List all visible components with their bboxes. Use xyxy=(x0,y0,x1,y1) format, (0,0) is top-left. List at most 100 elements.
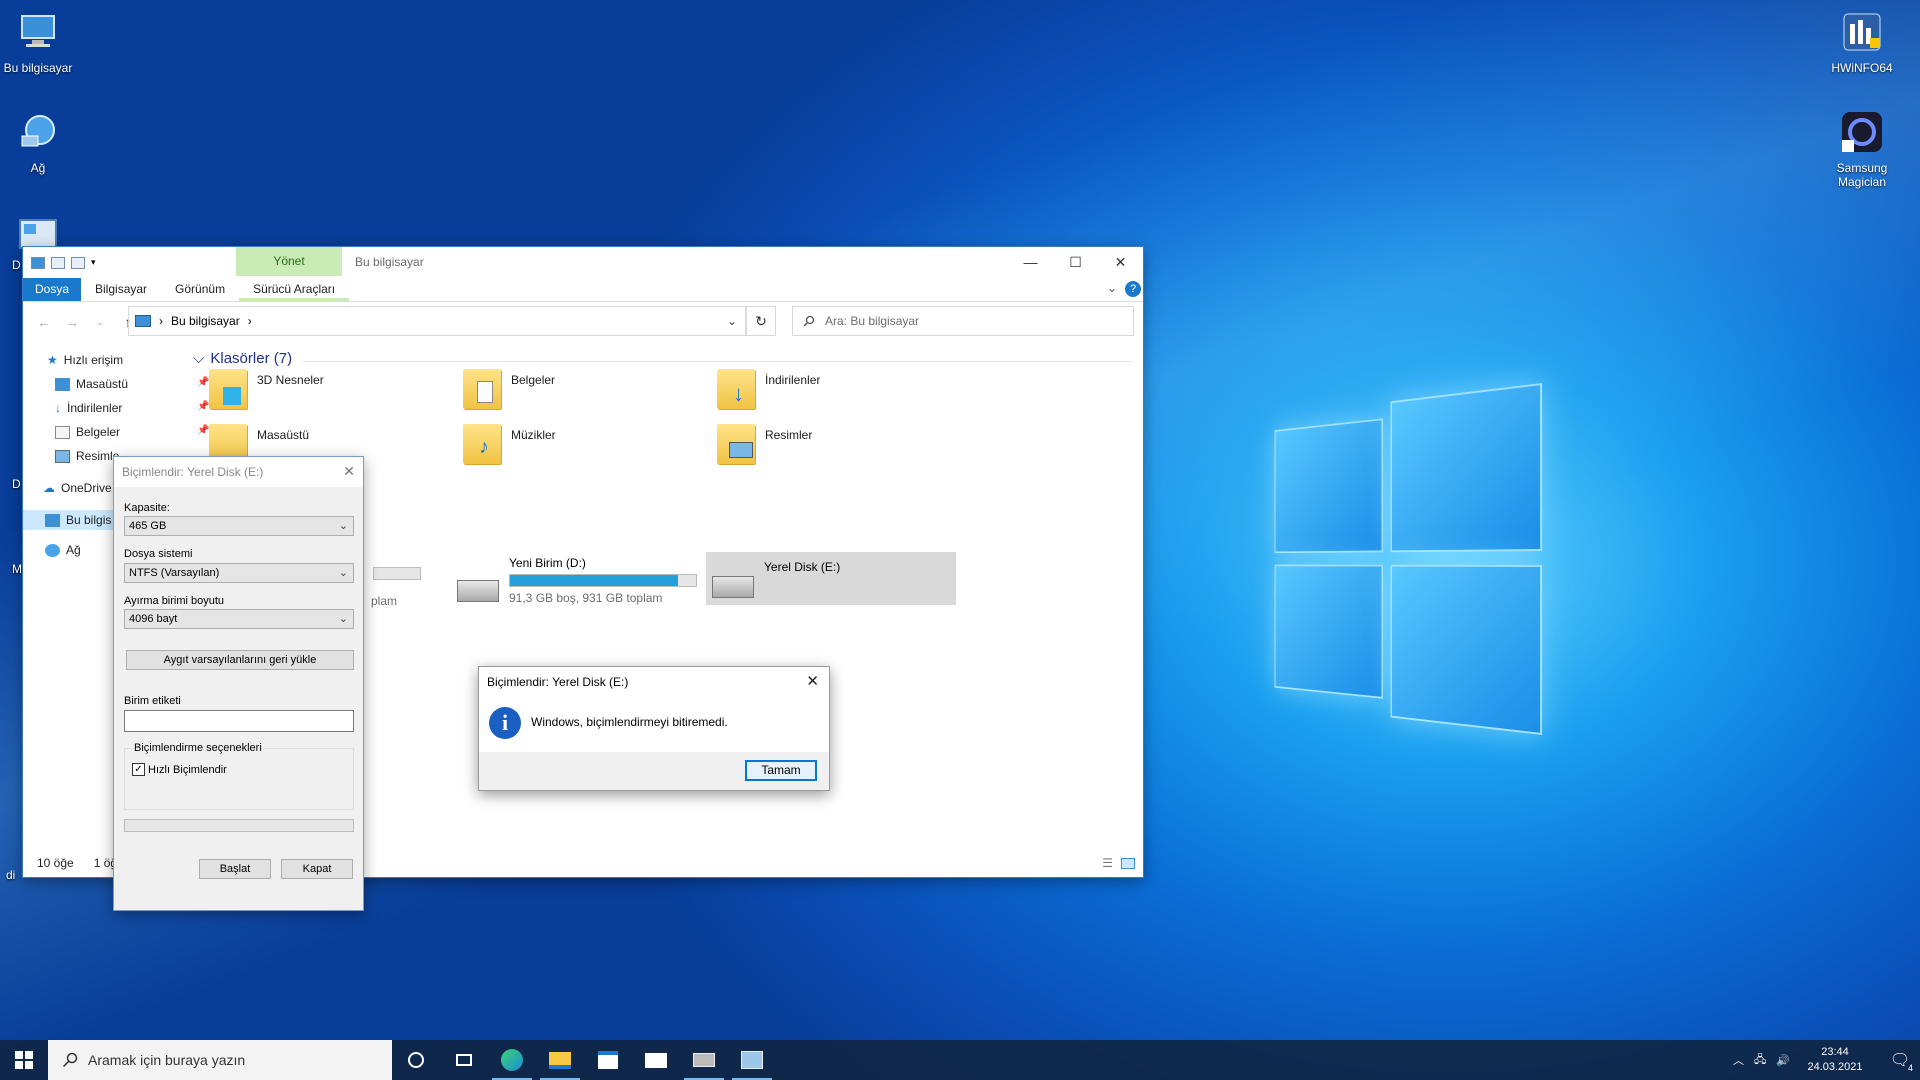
details-view-icon[interactable]: ☰ xyxy=(1102,856,1113,870)
network-tray-icon[interactable]: 🖧 xyxy=(1754,1051,1766,1070)
cortana-button[interactable] xyxy=(392,1040,440,1080)
taskbar-search-placeholder: Aramak için buraya yazın xyxy=(88,1052,246,1068)
minimize-button[interactable]: — xyxy=(1008,247,1053,277)
network-globe-icon xyxy=(21,115,55,147)
folder-downloads-icon: ↓ xyxy=(717,369,755,409)
refresh-button[interactable]: ↻ xyxy=(746,306,776,336)
taskbar-search-box[interactable]: Aramak için buraya yazın xyxy=(48,1040,392,1080)
show-hidden-icons-icon[interactable]: ︿ xyxy=(1733,1052,1744,1068)
folder-downloads[interactable]: ↓ İndirilenler xyxy=(717,369,820,409)
desktop-icon-samsung-magician[interactable]: Samsung Magician xyxy=(1822,110,1902,189)
title-bar[interactable]: ▾ Yönet Bu bilgisayar — ☐ ✕ xyxy=(23,247,1143,278)
address-bar[interactable]: › Bu bilgisayar › ⌄ xyxy=(128,306,746,336)
windows-start-icon xyxy=(15,1051,33,1069)
capacity-select[interactable]: 465 GB ⌄ xyxy=(124,516,354,536)
desktop-icon-this-pc[interactable]: Bu bilgisayar xyxy=(0,10,78,75)
taskbar-disk-tool[interactable] xyxy=(680,1040,728,1080)
drive-d[interactable]: Yeni Birim (D:) 91,3 GB boş, 931 GB topl… xyxy=(457,556,697,605)
task-view-icon xyxy=(456,1054,472,1066)
desktop-icon-hwinfo[interactable]: HWiNFO64 xyxy=(1822,10,1902,75)
message-box[interactable]: Biçimlendir: Yerel Disk (E:) ✕ i Windows… xyxy=(478,666,830,791)
nav-documents[interactable]: Belgeler 📌 xyxy=(55,425,209,439)
tab-computer[interactable]: Bilgisayar xyxy=(81,278,161,301)
message-box-title: Biçimlendir: Yerel Disk (E:) xyxy=(487,675,629,689)
recent-locations-button[interactable]: ⌄ xyxy=(89,317,111,328)
folder-3d-objects[interactable]: 3D Nesneler xyxy=(209,369,324,409)
folder-icon xyxy=(549,1051,571,1069)
tab-view[interactable]: Görünüm xyxy=(161,278,239,301)
restore-defaults-button[interactable]: Aygıt varsayılanlarını geri yükle xyxy=(126,650,354,670)
partial-desktop-label: M xyxy=(12,562,22,576)
folder-pictures[interactable]: Resimler xyxy=(717,424,812,464)
address-dropdown-icon[interactable]: ⌄ xyxy=(727,314,737,328)
cloud-icon: ☁ xyxy=(43,481,55,495)
taskbar-store[interactable] xyxy=(584,1040,632,1080)
breadcrumb[interactable]: Bu bilgisayar xyxy=(171,314,240,328)
help-icon[interactable]: ? xyxy=(1125,281,1141,297)
desktop-icon-label: Ağ xyxy=(30,161,46,175)
pictures-icon xyxy=(55,449,70,463)
quick-access-toolbar: ▾ xyxy=(31,256,105,269)
close-button[interactable]: ✕ xyxy=(1098,247,1143,277)
nav-pictures[interactable]: Resimle xyxy=(55,449,119,463)
format-options-group xyxy=(124,748,354,810)
volume-icon[interactable]: 🔊 xyxy=(1776,1054,1790,1067)
drive-c-partial[interactable] xyxy=(373,567,421,580)
taskbar-mail[interactable] xyxy=(632,1040,680,1080)
network-icon xyxy=(45,543,60,557)
nav-onedrive[interactable]: ☁ OneDrive xyxy=(43,481,112,495)
file-system-label: Dosya sistemi xyxy=(124,548,193,560)
nav-quick-access[interactable]: ★ Hızlı erişim xyxy=(47,353,123,367)
forward-button[interactable]: → xyxy=(61,314,83,330)
customize-qat-icon[interactable]: ▾ xyxy=(91,257,105,269)
partial-desktop-label: di xyxy=(6,868,16,882)
start-button[interactable] xyxy=(0,1040,48,1080)
ribbon-context-tab[interactable]: Yönet xyxy=(236,247,342,276)
maximize-button[interactable]: ☐ xyxy=(1053,247,1098,277)
format-dialog-close-icon[interactable]: ✕ xyxy=(343,463,355,480)
allocation-label: Ayırma birimi boyutu xyxy=(124,595,225,607)
nav-network[interactable]: Ağ xyxy=(45,543,81,557)
file-system-select[interactable]: NTFS (Varsayılan) ⌄ xyxy=(124,563,354,583)
taskbar-file-explorer[interactable] xyxy=(536,1040,584,1080)
desktop-icon-network[interactable]: Ağ xyxy=(0,110,78,175)
allocation-select[interactable]: 4096 bayt ⌄ xyxy=(124,609,354,629)
desktop-icon-label: HWiNFO64 xyxy=(1831,61,1893,75)
taskbar-format-app[interactable] xyxy=(728,1040,776,1080)
large-icons-view-icon[interactable] xyxy=(1121,857,1135,869)
properties-icon[interactable] xyxy=(51,256,65,269)
group-header-folders[interactable]: ⌵ Klasörler (7) xyxy=(193,350,1133,367)
action-center-button[interactable]: 🗨 4 xyxy=(1880,1040,1920,1080)
clock[interactable]: 23:44 24.03.2021 xyxy=(1800,1045,1870,1075)
nav-downloads[interactable]: ↓ İndirilenler 📌 xyxy=(55,401,209,415)
partial-desktop-label: D xyxy=(12,258,21,272)
drive-e-selected[interactable]: Yerel Disk (E:) xyxy=(706,552,956,605)
message-box-close-icon[interactable]: ✕ xyxy=(806,672,819,690)
samsung-magician-icon xyxy=(1842,112,1882,152)
task-view-button[interactable] xyxy=(440,1040,488,1080)
taskbar-edge[interactable] xyxy=(488,1040,536,1080)
start-button[interactable]: Başlat xyxy=(199,859,271,879)
folder-music[interactable]: ♪ Müzikler xyxy=(463,424,556,464)
cortana-circle-icon xyxy=(408,1052,424,1068)
download-arrow-icon: ↓ xyxy=(55,401,61,415)
folder-documents[interactable]: Belgeler xyxy=(463,369,555,409)
windows-logo-wallpaper xyxy=(1274,383,1542,743)
expand-ribbon-icon[interactable]: ⌄ xyxy=(1107,281,1117,295)
ribbon-tabs: Dosya Bilgisayar Görünüm Sürücü Araçları… xyxy=(23,278,1143,302)
checkbox-icon: ✓ xyxy=(132,763,145,776)
new-folder-icon[interactable] xyxy=(71,256,85,269)
quick-format-checkbox[interactable]: ✓ Hızlı Biçimlendir xyxy=(132,763,227,776)
back-button[interactable]: ← xyxy=(33,314,55,330)
nav-desktop[interactable]: Masaüstü 📌 xyxy=(55,377,209,391)
message-text: Windows, biçimlendirmeyi bitiremedi. xyxy=(531,715,728,729)
tab-file[interactable]: Dosya xyxy=(23,278,82,301)
desktop-icon-label: Samsung Magician xyxy=(1836,161,1888,189)
pc-small-icon[interactable] xyxy=(31,256,45,269)
format-dialog[interactable]: Biçimlendir: Yerel Disk (E:) ✕ Kapasite:… xyxy=(113,456,364,911)
close-dialog-button[interactable]: Kapat xyxy=(281,859,353,879)
tab-drive-tools[interactable]: Sürücü Araçları xyxy=(239,278,350,301)
ok-button[interactable]: Tamam xyxy=(745,760,817,781)
volume-label-input[interactable] xyxy=(124,710,354,732)
search-box[interactable]: Ara: Bu bilgisayar xyxy=(792,306,1134,336)
